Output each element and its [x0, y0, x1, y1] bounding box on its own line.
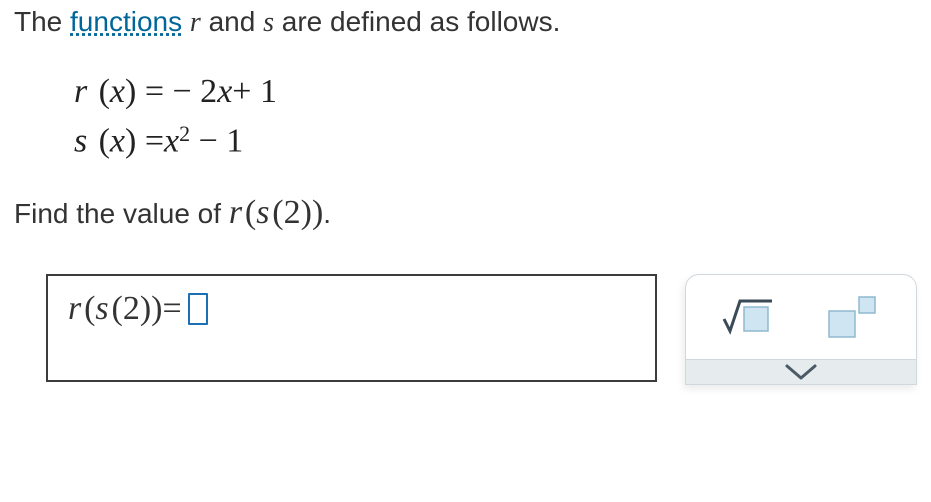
eq-r-close: ) — [125, 73, 136, 110]
sqrt-icon — [720, 295, 776, 339]
eq-s-arg: x — [110, 123, 125, 160]
answer-close: )) — [140, 290, 163, 328]
answer-expression: r (s (2)) = — [68, 290, 208, 328]
equation-block: r (x) = − 2x+ 1 s (x) =x2 − 1 — [74, 67, 917, 166]
answer-inner: 2 — [123, 290, 140, 328]
answer-input[interactable] — [188, 293, 208, 325]
answer-equals: = — [162, 290, 181, 328]
eq-s-rhs2: − 1 — [190, 123, 243, 160]
prompt-suffix: . — [323, 198, 331, 229]
prompt-close: )) — [301, 194, 324, 231]
exponent-icon — [823, 295, 883, 339]
chevron-down-icon — [783, 362, 819, 384]
eq-s-exp: 2 — [179, 121, 190, 146]
prompt-line: Find the value of r (s (2)). — [14, 194, 917, 232]
eq-r-name: r — [74, 73, 87, 110]
equation-s: s (x) =x2 − 1 — [74, 116, 917, 166]
prompt-s: s — [256, 194, 269, 231]
intro-var-r: r — [190, 7, 201, 38]
prompt-open2: ( — [269, 194, 283, 231]
intro-mid2: and — [201, 6, 263, 37]
prompt-r: r — [229, 194, 242, 231]
eq-s-name: s — [74, 123, 87, 160]
intro-suffix: are defined as follows. — [274, 6, 560, 37]
eq-s-rhs-var: x — [164, 123, 179, 160]
answer-open1: ( — [81, 290, 95, 328]
prompt-prefix: Find the value of — [14, 198, 229, 229]
answer-s: s — [95, 290, 108, 328]
eq-r-arg: x — [110, 73, 125, 110]
functions-link[interactable]: functions — [70, 6, 182, 37]
eq-s-close: ) — [125, 123, 136, 160]
answer-open2: ( — [109, 290, 123, 328]
palette-drawer[interactable] — [686, 359, 916, 384]
intro-mid1 — [182, 6, 190, 37]
problem-intro: The functions r and s are defined as fol… — [14, 6, 917, 39]
eq-s-rhs1: = — [145, 123, 164, 160]
eq-r-rhs2: + 1 — [232, 73, 277, 110]
intro-prefix: The — [14, 6, 70, 37]
eq-r-open: ( — [96, 73, 110, 110]
equation-r: r (x) = − 2x+ 1 — [74, 67, 917, 116]
sqrt-button[interactable] — [704, 287, 792, 347]
prompt-open1: ( — [242, 194, 256, 231]
eq-r-rhs1: = − 2 — [145, 73, 217, 110]
math-palette — [685, 274, 917, 385]
eq-s-open: ( — [96, 123, 110, 160]
intro-var-s: s — [263, 7, 274, 38]
exponent-button[interactable] — [809, 287, 897, 347]
answer-box[interactable]: r (s (2)) = — [46, 274, 657, 382]
prompt-inner: 2 — [284, 194, 301, 231]
answer-r: r — [68, 290, 81, 328]
eq-r-rhs-var: x — [217, 73, 232, 110]
